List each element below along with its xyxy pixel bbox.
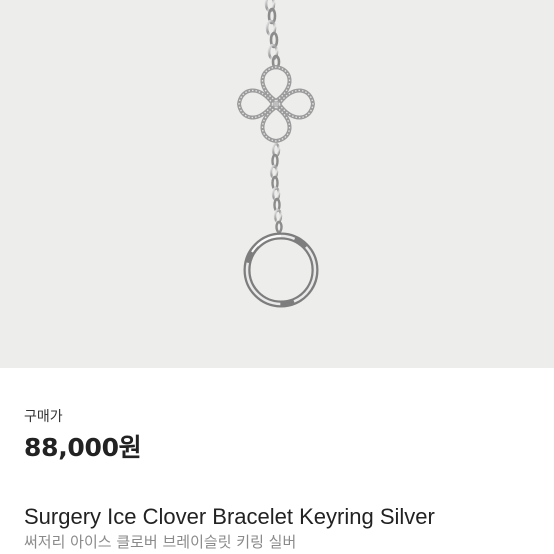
price-label: 구매가 (24, 409, 63, 425)
lower-chain (269, 142, 283, 234)
upper-chain (264, 0, 281, 70)
product-info: 구매가 88,000원 Surgery Ice Clover Bracelet … (0, 368, 554, 554)
product-image[interactable] (0, 0, 554, 368)
product-name: Surgery Ice Clover Bracelet Keyring Silv… (24, 504, 435, 529)
product-price: 88,000원 (24, 433, 142, 462)
keyring-illustration (236, 0, 319, 308)
product-name-korean: 써저리 아이스 클로버 브레이슬릿 키링 실버 (24, 533, 297, 551)
product-detail-page: 구매가 88,000원 Surgery Ice Clover Bracelet … (0, 0, 554, 554)
key-ring (243, 232, 319, 308)
